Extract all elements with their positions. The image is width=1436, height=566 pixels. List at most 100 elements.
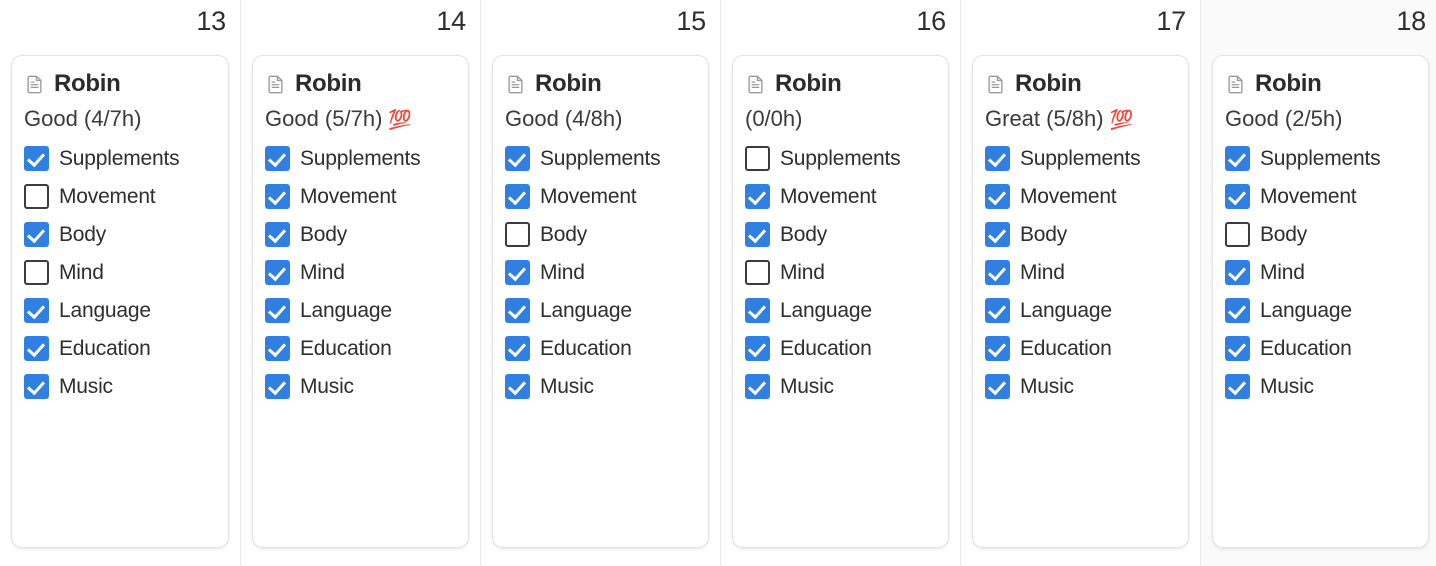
day-body[interactable]: Robin Good (4/8h) Supplements Movement Body M… [481, 42, 720, 566]
habit-row[interactable]: Movement [265, 182, 456, 211]
day-body[interactable]: Robin Good (2/5h) Supplements Movement Body M… [1201, 42, 1436, 566]
checkbox-checked-icon[interactable] [505, 184, 530, 209]
day-number[interactable]: 15 [676, 6, 706, 36]
habit-row[interactable]: Supplements [505, 144, 696, 173]
checkbox-checked-icon[interactable] [265, 336, 290, 361]
day-header[interactable]: 14 [241, 0, 480, 42]
day-column[interactable]: 16 Robin (0/0h) Supplements Movement Body Mind… [720, 0, 960, 566]
checkbox-checked-icon[interactable] [265, 374, 290, 399]
habit-row[interactable]: Supplements [1225, 144, 1416, 173]
day-column[interactable]: 18 Robin Good (2/5h) Supplements Movement Bod… [1200, 0, 1436, 566]
habit-row[interactable]: Education [505, 334, 696, 363]
checkbox-checked-icon[interactable] [745, 336, 770, 361]
checkbox-checked-icon[interactable] [745, 374, 770, 399]
day-number[interactable]: 14 [436, 6, 466, 36]
checkbox-checked-icon[interactable] [24, 336, 49, 361]
checkbox-checked-icon[interactable] [745, 222, 770, 247]
checkbox-checked-icon[interactable] [265, 146, 290, 171]
habit-row[interactable]: Movement [985, 182, 1176, 211]
checkbox-checked-icon[interactable] [1225, 336, 1250, 361]
checkbox-checked-icon[interactable] [265, 184, 290, 209]
checkbox-checked-icon[interactable] [985, 374, 1010, 399]
habit-row[interactable]: Body [745, 220, 936, 249]
habit-row[interactable]: Language [745, 296, 936, 325]
habit-row[interactable]: Music [265, 372, 456, 401]
day-column[interactable]: 17 Robin Great (5/8h) 💯 Supplements Movement B… [960, 0, 1200, 566]
day-body[interactable]: Robin Great (5/8h) 💯 Supplements Movement Bod… [961, 42, 1200, 566]
checkbox-checked-icon[interactable] [745, 298, 770, 323]
checkbox-checked-icon[interactable] [505, 260, 530, 285]
day-column[interactable]: 15 Robin Good (4/8h) Supplements Movement Bod… [480, 0, 720, 566]
checkbox-checked-icon[interactable] [1225, 374, 1250, 399]
checkbox-checked-icon[interactable] [745, 184, 770, 209]
entry-card[interactable]: Robin Good (2/5h) Supplements Movement Body M… [1212, 55, 1429, 548]
day-body[interactable]: Robin Good (4/7h) Supplements Movement Body M… [0, 42, 240, 566]
card-title-row[interactable]: Robin [985, 70, 1176, 98]
checkbox-checked-icon[interactable] [24, 146, 49, 171]
entry-card[interactable]: Robin Good (5/7h) 💯 Supplements Movement Body… [252, 55, 469, 548]
entry-card[interactable]: Robin Good (4/7h) Supplements Movement Body M… [11, 55, 229, 548]
checkbox-checked-icon[interactable] [24, 298, 49, 323]
habit-row[interactable]: Language [505, 296, 696, 325]
day-column[interactable]: 14 Robin Good (5/7h) 💯 Supplements Movement Bo… [240, 0, 480, 566]
card-title-row[interactable]: Robin [745, 70, 936, 98]
habit-row[interactable]: Education [24, 334, 216, 363]
habit-row[interactable]: Language [24, 296, 216, 325]
card-title-row[interactable]: Robin [1225, 70, 1416, 98]
checkbox-checked-icon[interactable] [985, 184, 1010, 209]
day-body[interactable]: Robin Good (5/7h) 💯 Supplements Movement Body… [241, 42, 480, 566]
checkbox-checked-icon[interactable] [505, 374, 530, 399]
habit-row[interactable]: Mind [505, 258, 696, 287]
card-title-row[interactable]: Robin [265, 70, 456, 98]
habit-row[interactable]: Mind [1225, 258, 1416, 287]
habit-row[interactable]: Supplements [24, 144, 216, 173]
day-body[interactable]: Robin (0/0h) Supplements Movement Body Mind La… [721, 42, 960, 566]
checkbox-checked-icon[interactable] [985, 260, 1010, 285]
checkbox-checked-icon[interactable] [24, 374, 49, 399]
habit-row[interactable]: Education [265, 334, 456, 363]
checkbox-unchecked-icon[interactable] [1225, 222, 1250, 247]
checkbox-checked-icon[interactable] [985, 146, 1010, 171]
day-header[interactable]: 17 [961, 0, 1200, 42]
card-title-row[interactable]: Robin [24, 70, 216, 98]
checkbox-checked-icon[interactable] [1225, 260, 1250, 285]
entry-card[interactable]: Robin Great (5/8h) 💯 Supplements Movement Bod… [972, 55, 1189, 548]
habit-row[interactable]: Body [1225, 220, 1416, 249]
habit-row[interactable]: Music [1225, 372, 1416, 401]
checkbox-unchecked-icon[interactable] [24, 260, 49, 285]
checkbox-checked-icon[interactable] [1225, 298, 1250, 323]
habit-row[interactable]: Language [1225, 296, 1416, 325]
entry-card[interactable]: Robin (0/0h) Supplements Movement Body Mind La… [732, 55, 949, 548]
habit-row[interactable]: Movement [745, 182, 936, 211]
habit-row[interactable]: Supplements [745, 144, 936, 173]
habit-row[interactable]: Body [265, 220, 456, 249]
checkbox-unchecked-icon[interactable] [745, 260, 770, 285]
day-number[interactable]: 18 [1396, 6, 1426, 36]
checkbox-checked-icon[interactable] [24, 222, 49, 247]
habit-row[interactable]: Education [1225, 334, 1416, 363]
checkbox-unchecked-icon[interactable] [505, 222, 530, 247]
day-header[interactable]: 16 [721, 0, 960, 42]
habit-row[interactable]: Music [745, 372, 936, 401]
day-number[interactable]: 13 [196, 6, 226, 36]
habit-row[interactable]: Education [745, 334, 936, 363]
checkbox-unchecked-icon[interactable] [24, 184, 49, 209]
habit-row[interactable]: Education [985, 334, 1176, 363]
checkbox-checked-icon[interactable] [265, 260, 290, 285]
habit-row[interactable]: Music [24, 372, 216, 401]
day-column[interactable]: 13 Robin Good (4/7h) Supplements Movement Bod… [0, 0, 240, 566]
habit-row[interactable]: Supplements [985, 144, 1176, 173]
habit-row[interactable]: Mind [24, 258, 216, 287]
habit-row[interactable]: Mind [265, 258, 456, 287]
habit-row[interactable]: Mind [985, 258, 1176, 287]
day-header[interactable]: 13 [0, 0, 240, 42]
habit-row[interactable]: Language [985, 296, 1176, 325]
checkbox-checked-icon[interactable] [985, 336, 1010, 361]
day-header[interactable]: 15 [481, 0, 720, 42]
checkbox-checked-icon[interactable] [1225, 184, 1250, 209]
checkbox-checked-icon[interactable] [985, 298, 1010, 323]
card-title-row[interactable]: Robin [505, 70, 696, 98]
checkbox-checked-icon[interactable] [265, 298, 290, 323]
checkbox-checked-icon[interactable] [1225, 146, 1250, 171]
checkbox-checked-icon[interactable] [265, 222, 290, 247]
